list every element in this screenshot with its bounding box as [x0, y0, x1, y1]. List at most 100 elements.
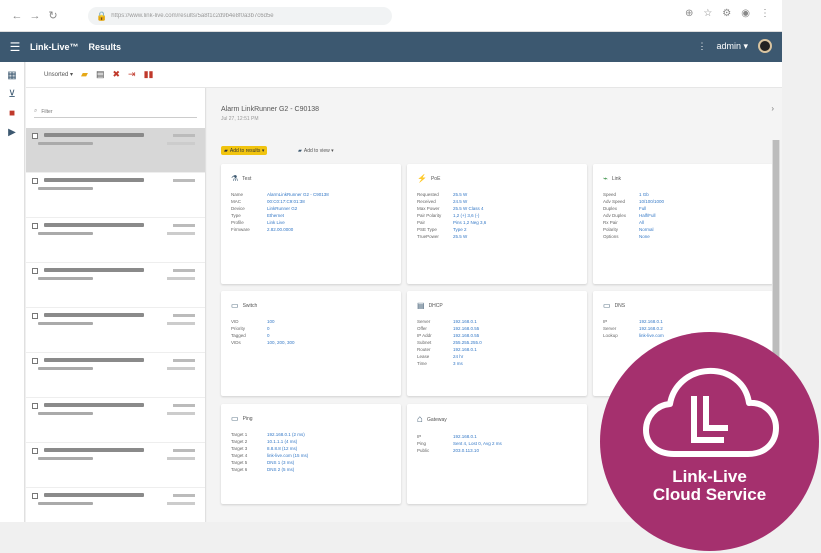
- link-icon: ⌁: [603, 174, 608, 183]
- row-value[interactable]: 100: [267, 318, 275, 325]
- list-item[interactable]: [26, 173, 205, 218]
- row-value[interactable]: LinkRunner G2: [267, 205, 297, 212]
- user-menu[interactable]: admin ▾: [716, 41, 748, 52]
- calendar-icon[interactable]: ▤: [96, 69, 105, 80]
- row-checkbox[interactable]: [32, 313, 38, 319]
- row-checkbox[interactable]: [32, 223, 38, 229]
- extension-icon[interactable]: ⚙: [722, 8, 731, 19]
- list-item[interactable]: [26, 218, 205, 263]
- row-value[interactable]: Ethernet: [267, 212, 284, 219]
- row-value[interactable]: 100, 200, 300: [267, 339, 295, 346]
- delete-icon[interactable]: ✖: [112, 69, 120, 80]
- export-icon[interactable]: ⇥: [128, 69, 136, 80]
- row-value[interactable]: All: [639, 219, 644, 226]
- back-icon[interactable]: ←: [8, 10, 26, 22]
- row-value[interactable]: 24.5 W: [453, 198, 467, 205]
- forward-icon[interactable]: →: [26, 10, 44, 22]
- row-value[interactable]: 25.5 W: [453, 191, 467, 198]
- row-value[interactable]: 3 ms: [453, 360, 463, 367]
- list-item[interactable]: [26, 263, 205, 308]
- reload-icon[interactable]: ↻: [44, 9, 62, 22]
- row-value[interactable]: 0: [267, 325, 270, 332]
- search-input[interactable]: [41, 108, 162, 115]
- row-value[interactable]: link-live.com: [639, 332, 664, 339]
- row-value[interactable]: Normal: [639, 226, 654, 233]
- row-checkbox[interactable]: [32, 178, 38, 184]
- row-value[interactable]: Sent 4, Lost 0, Avg 2 ms: [453, 440, 502, 447]
- list-item[interactable]: [26, 398, 205, 443]
- row-value[interactable]: 24 hr: [453, 353, 463, 360]
- card-row: Profile Link Live: [231, 219, 391, 226]
- play-icon[interactable]: ▶: [0, 127, 24, 138]
- folder-icon[interactable]: ▰: [81, 69, 88, 80]
- list-item[interactable]: [26, 488, 205, 522]
- row-value[interactable]: AlarmLinkRunner G2 - C90138: [267, 191, 329, 198]
- row-value[interactable]: 192.168.0.1: [453, 433, 477, 440]
- row-value[interactable]: 00:C0:17:C9:01:38: [267, 198, 305, 205]
- card-row: IP 192.168.0.1: [417, 433, 577, 440]
- row-checkbox[interactable]: [32, 448, 38, 454]
- card-rows: IP 192.168.0.1 Ping Sent 4, Lost 0, Avg 2 m…: [417, 433, 577, 454]
- row-checkbox[interactable]: [32, 358, 38, 364]
- help-icon[interactable]: ⋮: [697, 41, 706, 52]
- row-value[interactable]: 203.0.113.10: [453, 447, 479, 454]
- row-value[interactable]: 10.1.1.1 (4 ms): [267, 438, 297, 445]
- card-row: Adv Speed 10/100/1000: [603, 198, 763, 205]
- row-value[interactable]: 1,2 (+) 3,6 (-): [453, 212, 479, 219]
- row-value[interactable]: 192.168.0.1 (2 ms): [267, 431, 305, 438]
- card-row: Device LinkRunner G2: [231, 205, 391, 212]
- row-value[interactable]: None: [639, 233, 650, 240]
- row-value[interactable]: Full: [639, 205, 646, 212]
- flask-icon: ⚗: [231, 174, 239, 183]
- row-value[interactable]: 192.168.0.1: [639, 318, 663, 325]
- row-value[interactable]: 255.255.255.0: [453, 339, 482, 346]
- document-icon[interactable]: ■: [0, 108, 24, 119]
- row-checkbox[interactable]: [32, 268, 38, 274]
- row-value[interactable]: 10/100/1000: [639, 198, 664, 205]
- row-value[interactable]: 25.5 W: [453, 233, 467, 240]
- row-value[interactable]: DNS 1 (3 ms): [267, 459, 294, 466]
- add-to-results-button[interactable]: ▰ Add to results ▾: [221, 146, 268, 155]
- add-to-view-button[interactable]: ▰ Add to view ▾: [295, 146, 337, 155]
- row-value[interactable]: 192.168.0.55: [453, 332, 479, 339]
- sort-select[interactable]: Unsorted ▾: [44, 71, 73, 78]
- folder-icon: ▰: [224, 147, 228, 154]
- link-card: ⌁ Link Speed 1 Gb Adv Speed 10/100/1000 Duple…: [593, 164, 773, 284]
- row-checkbox[interactable]: [32, 493, 38, 499]
- row-checkbox[interactable]: [32, 133, 38, 139]
- row-checkbox[interactable]: [32, 403, 38, 409]
- row-key: Target 6: [231, 467, 248, 472]
- card-row: Subnet 255.255.255.0: [417, 339, 577, 346]
- grid-icon[interactable]: ▦: [0, 70, 24, 81]
- list-item[interactable]: [26, 308, 205, 353]
- star-icon[interactable]: ☆: [703, 8, 712, 19]
- row-value[interactable]: link-live.com (15 ms): [267, 452, 308, 459]
- row-value[interactable]: Pins 1,2 Neg 3,6: [453, 219, 486, 226]
- address-bar[interactable]: 🔒 https://www.link-live.com/results/5a8f…: [88, 7, 392, 25]
- profile-icon[interactable]: ◉: [741, 8, 750, 19]
- row-value[interactable]: 1 Gb: [639, 191, 649, 198]
- list-item[interactable]: [26, 353, 205, 398]
- row-value[interactable]: 192.168.0.1: [453, 318, 477, 325]
- row-value[interactable]: 192.168.0.1: [453, 346, 477, 353]
- filter-icon[interactable]: ⊻: [0, 89, 24, 100]
- hamburger-menu-icon[interactable]: ☰: [0, 40, 30, 54]
- row-value[interactable]: 8.8.8.8 (12 ms): [267, 445, 297, 452]
- row-value[interactable]: 192.168.0.55: [453, 325, 479, 332]
- list-item[interactable]: [26, 443, 205, 488]
- row-value[interactable]: Link Live: [267, 219, 285, 226]
- row-value[interactable]: 0: [267, 332, 270, 339]
- row-value[interactable]: Type 2: [453, 226, 467, 233]
- zoom-icon[interactable]: ⊕: [685, 8, 693, 19]
- list-item[interactable]: [26, 128, 205, 173]
- expand-panel-icon[interactable]: ›: [771, 104, 774, 113]
- row-value[interactable]: Half/Full: [639, 212, 656, 219]
- kebab-menu-icon[interactable]: ⋮: [760, 8, 770, 19]
- row-value[interactable]: 192.168.0.2: [639, 325, 663, 332]
- card-row: Target 4 link-live.com (15 ms): [231, 452, 391, 459]
- row-value[interactable]: DNS 2 (5 ms): [267, 466, 294, 473]
- row-value[interactable]: 25.5 W Class 4: [453, 205, 484, 212]
- avatar[interactable]: [758, 39, 772, 53]
- row-value[interactable]: 2.82.00.0000: [267, 226, 293, 233]
- status-icon[interactable]: ▮▮: [144, 69, 154, 80]
